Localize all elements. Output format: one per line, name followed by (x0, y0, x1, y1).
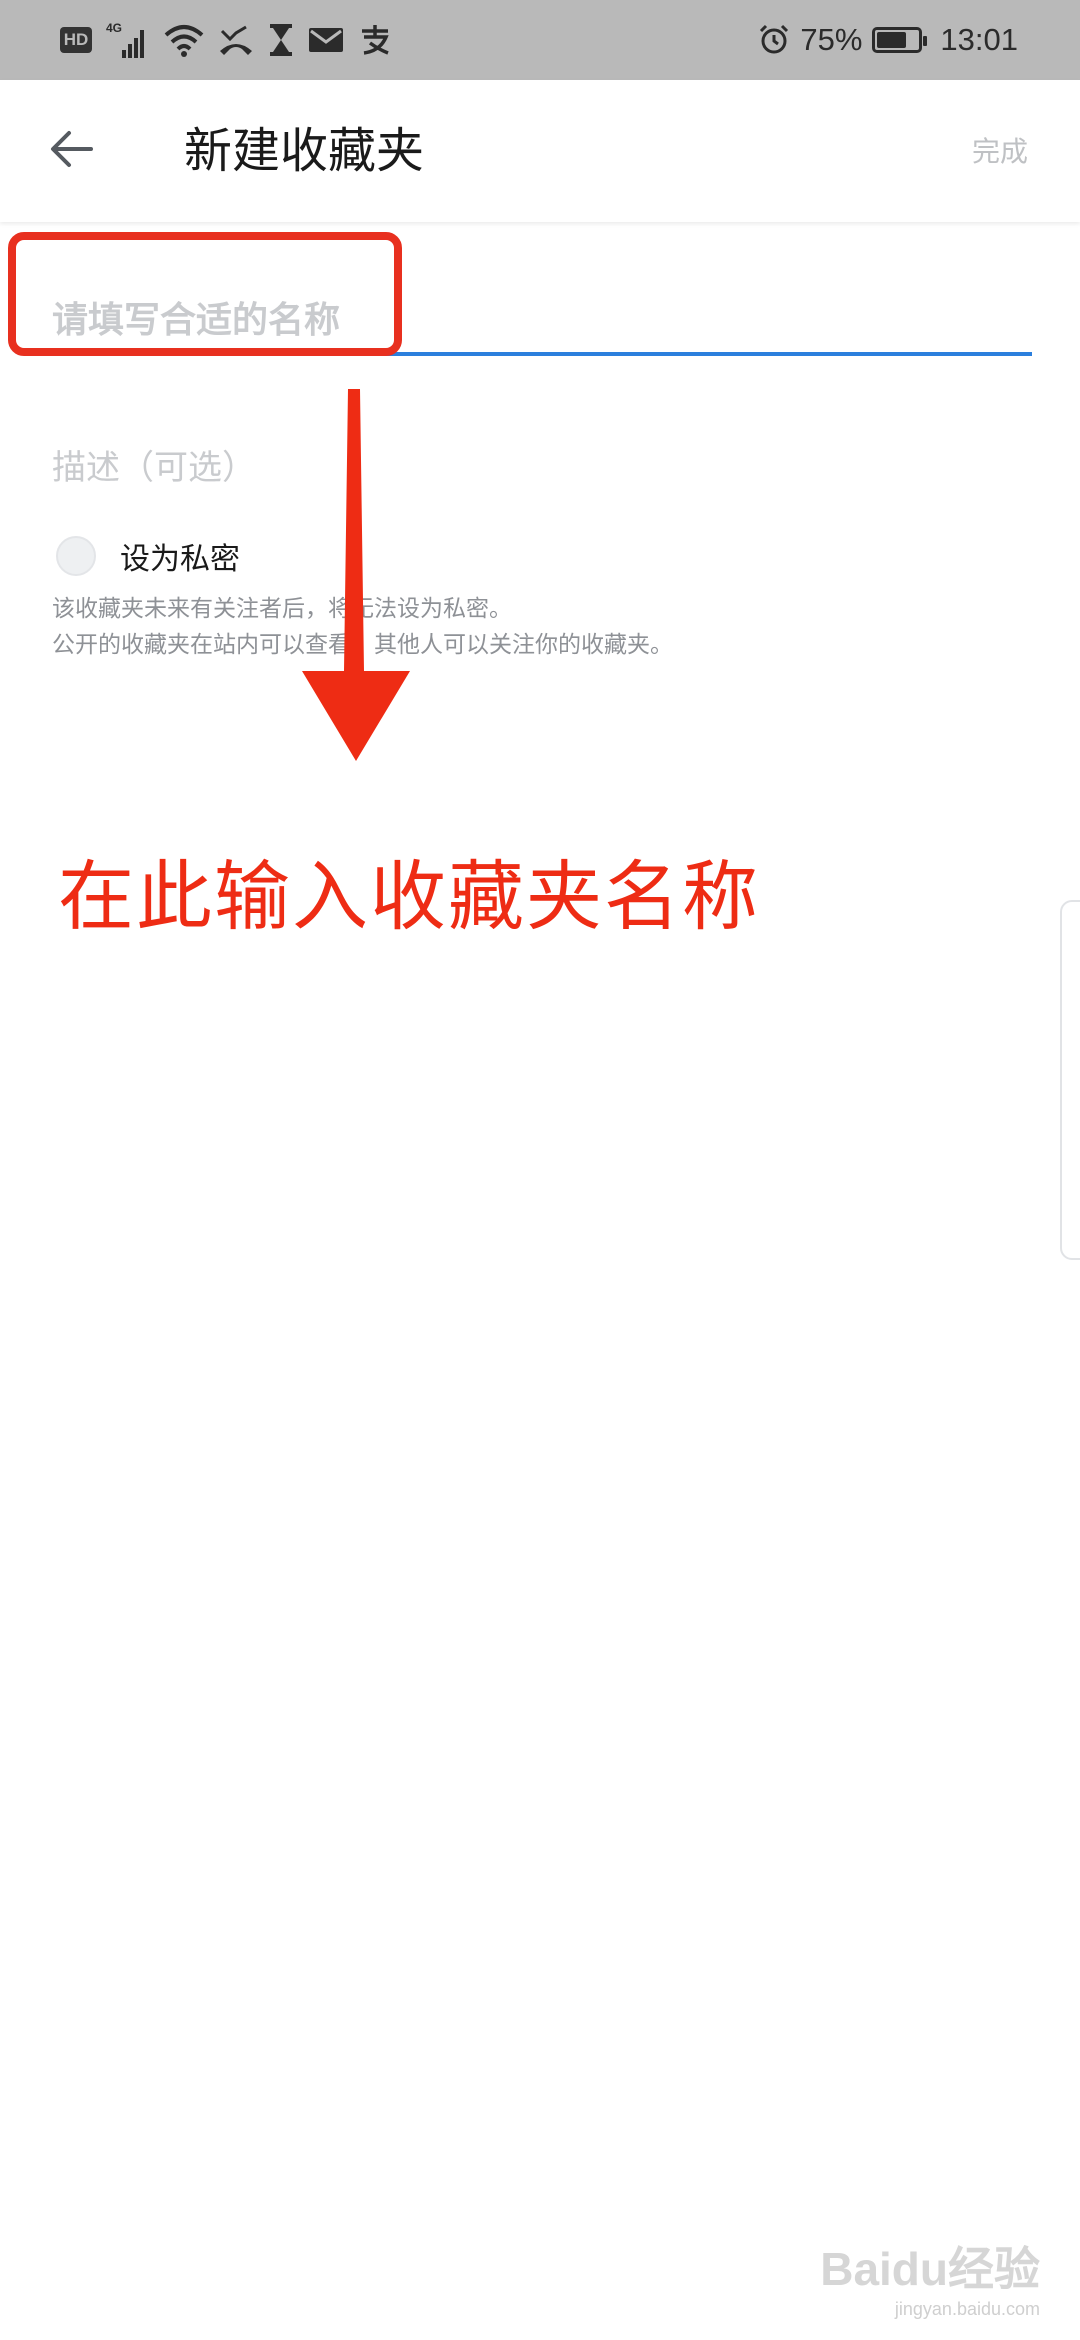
alarm-icon (758, 24, 790, 56)
watermark-url: jingyan.baidu.com (894, 2299, 1040, 2319)
annotation-text: 在此输入收藏夹名称 (58, 852, 760, 941)
watermark-logo: Baidu经验 (820, 2243, 1040, 2295)
network-type-label: 4G (106, 21, 122, 35)
status-bar-left: HD 4G (60, 16, 392, 64)
hourglass-icon (268, 23, 294, 57)
battery-percent: 75% (800, 22, 863, 57)
private-radio[interactable] (56, 536, 96, 576)
private-label: 设为私密 (120, 542, 240, 577)
mail-icon (308, 26, 344, 54)
page-title: 新建收藏夹 (184, 123, 425, 179)
description-input[interactable] (52, 440, 952, 496)
annotation-arrow-icon (290, 385, 420, 769)
arrow-left-icon (49, 129, 93, 173)
clock: 13:01 (940, 22, 1018, 57)
battery-level-fill (877, 32, 907, 48)
alipay-icon (358, 23, 392, 57)
back-button[interactable] (40, 120, 102, 182)
status-bar-right: 75% 13:01 (758, 16, 1018, 64)
private-toggle[interactable]: 设为私密 (56, 534, 240, 578)
done-button[interactable]: 完成 (972, 130, 1028, 174)
wifi-icon (164, 23, 204, 57)
side-edge-handle[interactable] (1060, 900, 1080, 1260)
signal-4g-icon: 4G (106, 20, 150, 60)
baidu-watermark: Baidu经验 jingyan.baidu.com (820, 2233, 1040, 2320)
hd-icon: HD (60, 27, 92, 53)
battery-icon (872, 27, 928, 53)
app-header: 新建收藏夹 完成 (0, 80, 1080, 222)
name-input-highlight-box (8, 232, 402, 356)
status-bar: HD 4G 75% 13:01 (0, 0, 1080, 80)
private-hint-line-1: 该收藏夹未来有关注者后，将无法设为私密。 (52, 596, 512, 622)
missed-call-icon (218, 23, 254, 57)
